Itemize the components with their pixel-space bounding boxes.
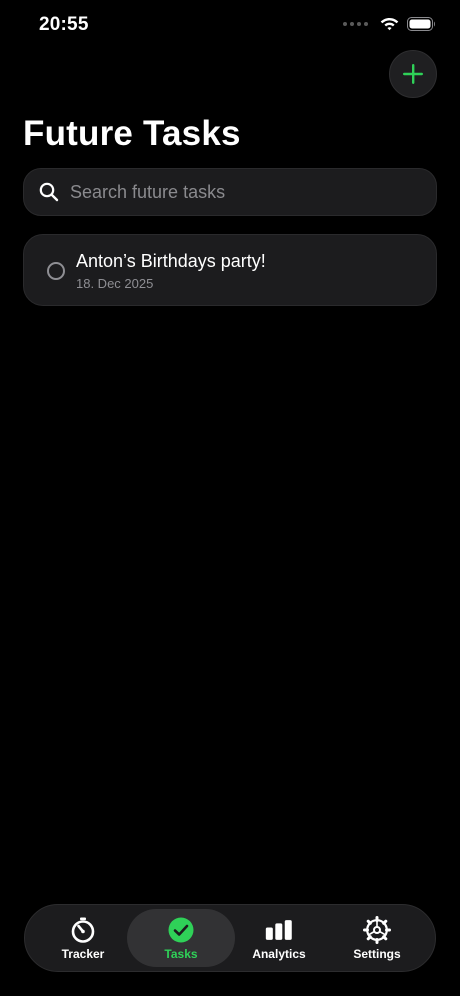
task-item[interactable]: Anton’s Birthdays party! 18. Dec 2025	[23, 234, 437, 306]
search-bar[interactable]	[23, 168, 437, 216]
task-title: Anton’s Birthdays party!	[76, 251, 266, 271]
bar-chart-icon	[265, 916, 293, 944]
tab-label-tasks: Tasks	[164, 946, 198, 961]
tab-analytics[interactable]: Analytics	[225, 909, 333, 967]
status-bar: 20:55	[0, 0, 460, 50]
tab-tasks[interactable]: Tasks	[127, 909, 235, 967]
task-complete-checkbox[interactable]	[47, 262, 65, 280]
checkmark-circle-icon	[167, 916, 195, 944]
tab-bar: Tracker Tasks Analytics Settings	[24, 904, 436, 972]
add-task-button[interactable]	[389, 50, 437, 98]
timer-icon	[69, 916, 97, 944]
wifi-icon	[380, 18, 399, 31]
gear-icon	[363, 915, 391, 944]
search-icon	[38, 181, 60, 203]
battery-icon	[407, 16, 435, 31]
page-title: Future Tasks	[23, 114, 241, 153]
status-icons	[343, 16, 436, 31]
plus-icon	[403, 64, 423, 84]
task-date: 18. Dec 2025	[76, 276, 154, 291]
cellular-signal-icon	[343, 21, 368, 26]
status-time: 20:55	[39, 14, 89, 35]
tab-label-tracker: Tracker	[61, 946, 105, 961]
tab-label-analytics: Analytics	[252, 946, 306, 961]
tab-label-settings: Settings	[353, 946, 401, 961]
tab-settings[interactable]: Settings	[323, 909, 431, 967]
search-input[interactable]	[68, 180, 436, 204]
tab-tracker[interactable]: Tracker	[29, 909, 137, 967]
